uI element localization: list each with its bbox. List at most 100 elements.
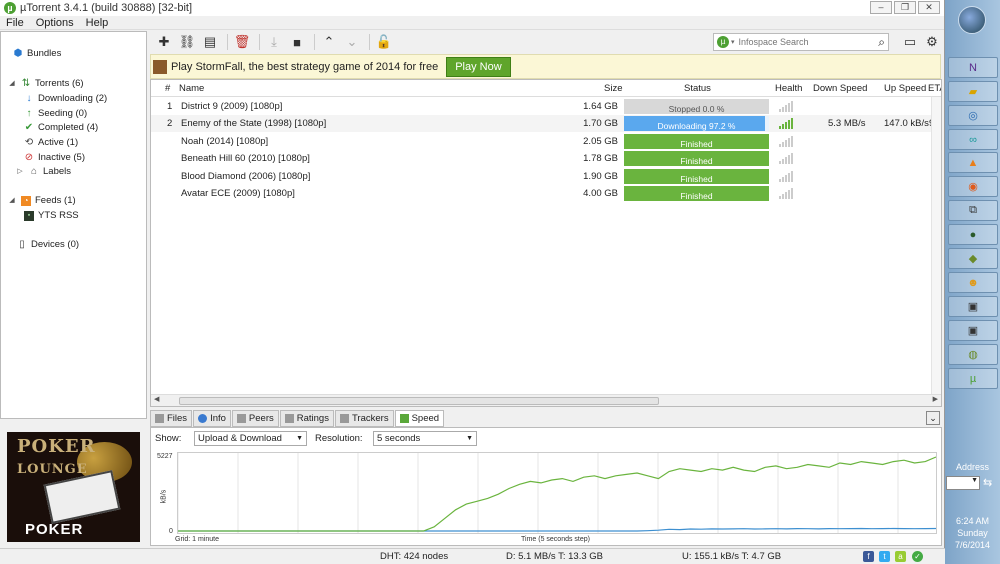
delete-icon[interactable]: 🗑 <box>232 33 252 51</box>
column-status[interactable]: Status <box>684 83 711 94</box>
sidebar-item-yts-rss[interactable]: ▪ YTS RSS <box>24 210 79 221</box>
sidebar-item-bundles[interactable]: ⬢ Bundles <box>13 48 62 59</box>
clock[interactable]: 6:24 AM Sunday 7/6/2014 <box>945 515 1000 551</box>
sidebar-item-active[interactable]: ⟲ Active (1) <box>24 137 78 148</box>
taskbar-app3-icon[interactable]: ◆ <box>948 248 998 269</box>
row-number: 1 <box>167 101 173 112</box>
tab-info[interactable]: Info <box>193 410 231 427</box>
taskbar-app2-icon[interactable]: ● <box>948 224 998 245</box>
column-num[interactable]: # <box>165 83 170 94</box>
taskbar-app-icon[interactable]: ∞ <box>948 129 998 150</box>
facebook-icon[interactable]: f <box>863 551 874 562</box>
vertical-scrollbar[interactable] <box>931 97 941 395</box>
tab-trackers[interactable]: Trackers <box>334 410 394 427</box>
health-bar <box>785 122 787 129</box>
table-row[interactable]: Avatar ECE (2009) [1080p] 4.00 GB Finished <box>151 185 941 202</box>
search-box[interactable]: µ ▾ ⌕ <box>713 33 889 51</box>
search-input[interactable] <box>738 37 869 47</box>
remote-icon[interactable]: ▭ <box>900 33 920 51</box>
health-bar <box>782 124 784 129</box>
taskbar-window2-icon[interactable]: ▣ <box>948 320 998 341</box>
sidebar-item-inactive[interactable]: ⊘ Inactive (5) <box>24 152 85 163</box>
close-button[interactable]: ✕ <box>918 1 940 14</box>
search-provider-dropdown-icon[interactable]: ▾ <box>731 38 735 46</box>
taskbar-network-icon[interactable]: ⧉ <box>948 200 998 221</box>
minimize-button[interactable]: – <box>870 1 892 14</box>
taskbar-firefox-icon[interactable]: ◉ <box>948 176 998 197</box>
search-icon[interactable]: ⌕ <box>878 35 885 50</box>
taskbar-onenote-icon[interactable]: N <box>948 57 998 78</box>
horizontal-scrollbar[interactable]: ◀ ▶ <box>151 394 941 406</box>
twitter-icon[interactable]: t <box>879 551 890 562</box>
tab-peers[interactable]: Peers <box>231 410 279 427</box>
window-title: µTorrent 3.4.1 (build 30888) [32-bit] <box>20 2 193 14</box>
create-torrent-icon[interactable]: ▤ <box>200 33 220 51</box>
menu-help[interactable]: Help <box>86 16 109 29</box>
resolution-label: Resolution: <box>315 433 363 444</box>
menu-options[interactable]: Options <box>36 16 74 29</box>
chevron-down-icon: ▼ <box>466 435 473 442</box>
poker-ad-banner[interactable]: POKER LOUNGE POKER <box>7 432 140 542</box>
tab-ratings[interactable]: Ratings <box>279 410 334 427</box>
menu-file[interactable]: File <box>6 16 24 29</box>
utorrent-search-icon: µ <box>717 36 729 48</box>
scrollbar-thumb[interactable] <box>179 397 659 405</box>
android-icon[interactable]: a <box>895 551 906 562</box>
tab-speed[interactable]: Speed <box>394 410 445 427</box>
stop-icon[interactable]: ■ <box>287 33 307 51</box>
maximize-button[interactable]: ❐ <box>894 1 916 14</box>
table-row[interactable]: 2 Enemy of the State (1998) [1080p] 1.70 G… <box>151 115 941 132</box>
row-number: 2 <box>167 118 173 129</box>
scroll-right-icon[interactable]: ▶ <box>933 395 938 403</box>
sidebar-item-downloading[interactable]: ↓ Downloading (2) <box>24 93 108 104</box>
column-name[interactable]: Name <box>179 83 204 94</box>
gear-icon[interactable]: ⚙ <box>922 33 942 51</box>
table-row[interactable]: Beneath Hill 60 (2010) [1080p] 1.78 GB Fin… <box>151 150 941 167</box>
sidebar-item-devices[interactable]: ▯ Devices (0) <box>17 239 79 250</box>
download-icon[interactable]: ⤓ <box>264 33 284 51</box>
table-row[interactable]: Noah (2014) [1080p] 2.05 GB Finished <box>151 133 941 150</box>
column-size[interactable]: Size <box>604 83 622 94</box>
chevron-down-icon[interactable]: ▼ <box>971 477 978 484</box>
column-up-speed[interactable]: Up Speed <box>884 83 926 94</box>
resolution-select[interactable]: 5 seconds ▼ <box>373 431 477 446</box>
sidebar-label: Active (1) <box>38 137 79 148</box>
sidebar-item-labels[interactable]: ▷ ⌂ Labels <box>15 166 71 177</box>
taskbar-window-icon[interactable]: ▣ <box>948 296 998 317</box>
taskbar-utorrent-icon[interactable]: µ <box>948 368 998 389</box>
table-row[interactable]: 1 District 9 (2009) [1080p] 1.64 GB Stopped… <box>151 98 941 115</box>
label-tag-icon: ⌂ <box>30 165 38 177</box>
sidebar-item-completed[interactable]: ✔ Completed (4) <box>24 122 98 133</box>
health-bar <box>791 101 793 112</box>
show-select[interactable]: Upload & Download ▼ <box>194 431 307 446</box>
row-status: Stopped 0.0 % <box>624 99 769 114</box>
taskbar-folder-icon[interactable]: ▰ <box>948 81 998 102</box>
column-down-speed[interactable]: Down Speed <box>813 83 867 94</box>
start-button[interactable] <box>958 6 986 34</box>
column-eta[interactable]: ETA <box>928 83 941 94</box>
add-link-icon[interactable]: ⛓ <box>177 33 197 51</box>
taskbar-messenger-icon[interactable]: ☻ <box>948 272 998 293</box>
taskbar-browser-icon[interactable]: ◎ <box>948 105 998 126</box>
sidebar-item-torrents[interactable]: ◢ ⇅ Torrents (6) <box>7 78 83 89</box>
taskbar-app4-icon[interactable]: ◍ <box>948 344 998 365</box>
sidebar-item-seeding[interactable]: ↑ Seeding (0) <box>24 108 88 119</box>
play-now-button[interactable]: Play Now <box>446 56 511 77</box>
speed-graph <box>177 452 937 534</box>
move-up-icon[interactable]: ⌃ <box>319 33 339 51</box>
address-input[interactable]: ▼ <box>946 476 980 490</box>
unlock-icon[interactable]: 🔓 <box>374 33 394 51</box>
scroll-left-icon[interactable]: ◀ <box>154 395 159 403</box>
add-torrent-icon[interactable]: ✚ <box>154 33 174 51</box>
column-health[interactable]: Health <box>775 83 802 94</box>
go-arrow-icon[interactable]: ⇆ <box>983 476 992 489</box>
taskbar-vlc-icon[interactable]: ▲ <box>948 152 998 173</box>
collapse-panel-button[interactable]: ⌄ <box>926 411 940 425</box>
move-down-icon[interactable]: ⌄ <box>342 33 362 51</box>
sidebar-label: Downloading (2) <box>38 93 108 104</box>
health-bars <box>779 188 793 199</box>
tab-files[interactable]: Files <box>150 410 193 427</box>
table-row[interactable]: Blood Diamond (2006) [1080p] 1.90 GB Finis… <box>151 168 941 185</box>
taskbar: N ▰ ◎ ∞ ▲ ◉ ⧉ ● ◆ ☻ ▣ ▣ ◍ µ Address ▼ ⇆ … <box>945 0 1000 564</box>
sidebar-item-feeds[interactable]: ◢ ◔ Feeds (1) <box>7 195 75 206</box>
